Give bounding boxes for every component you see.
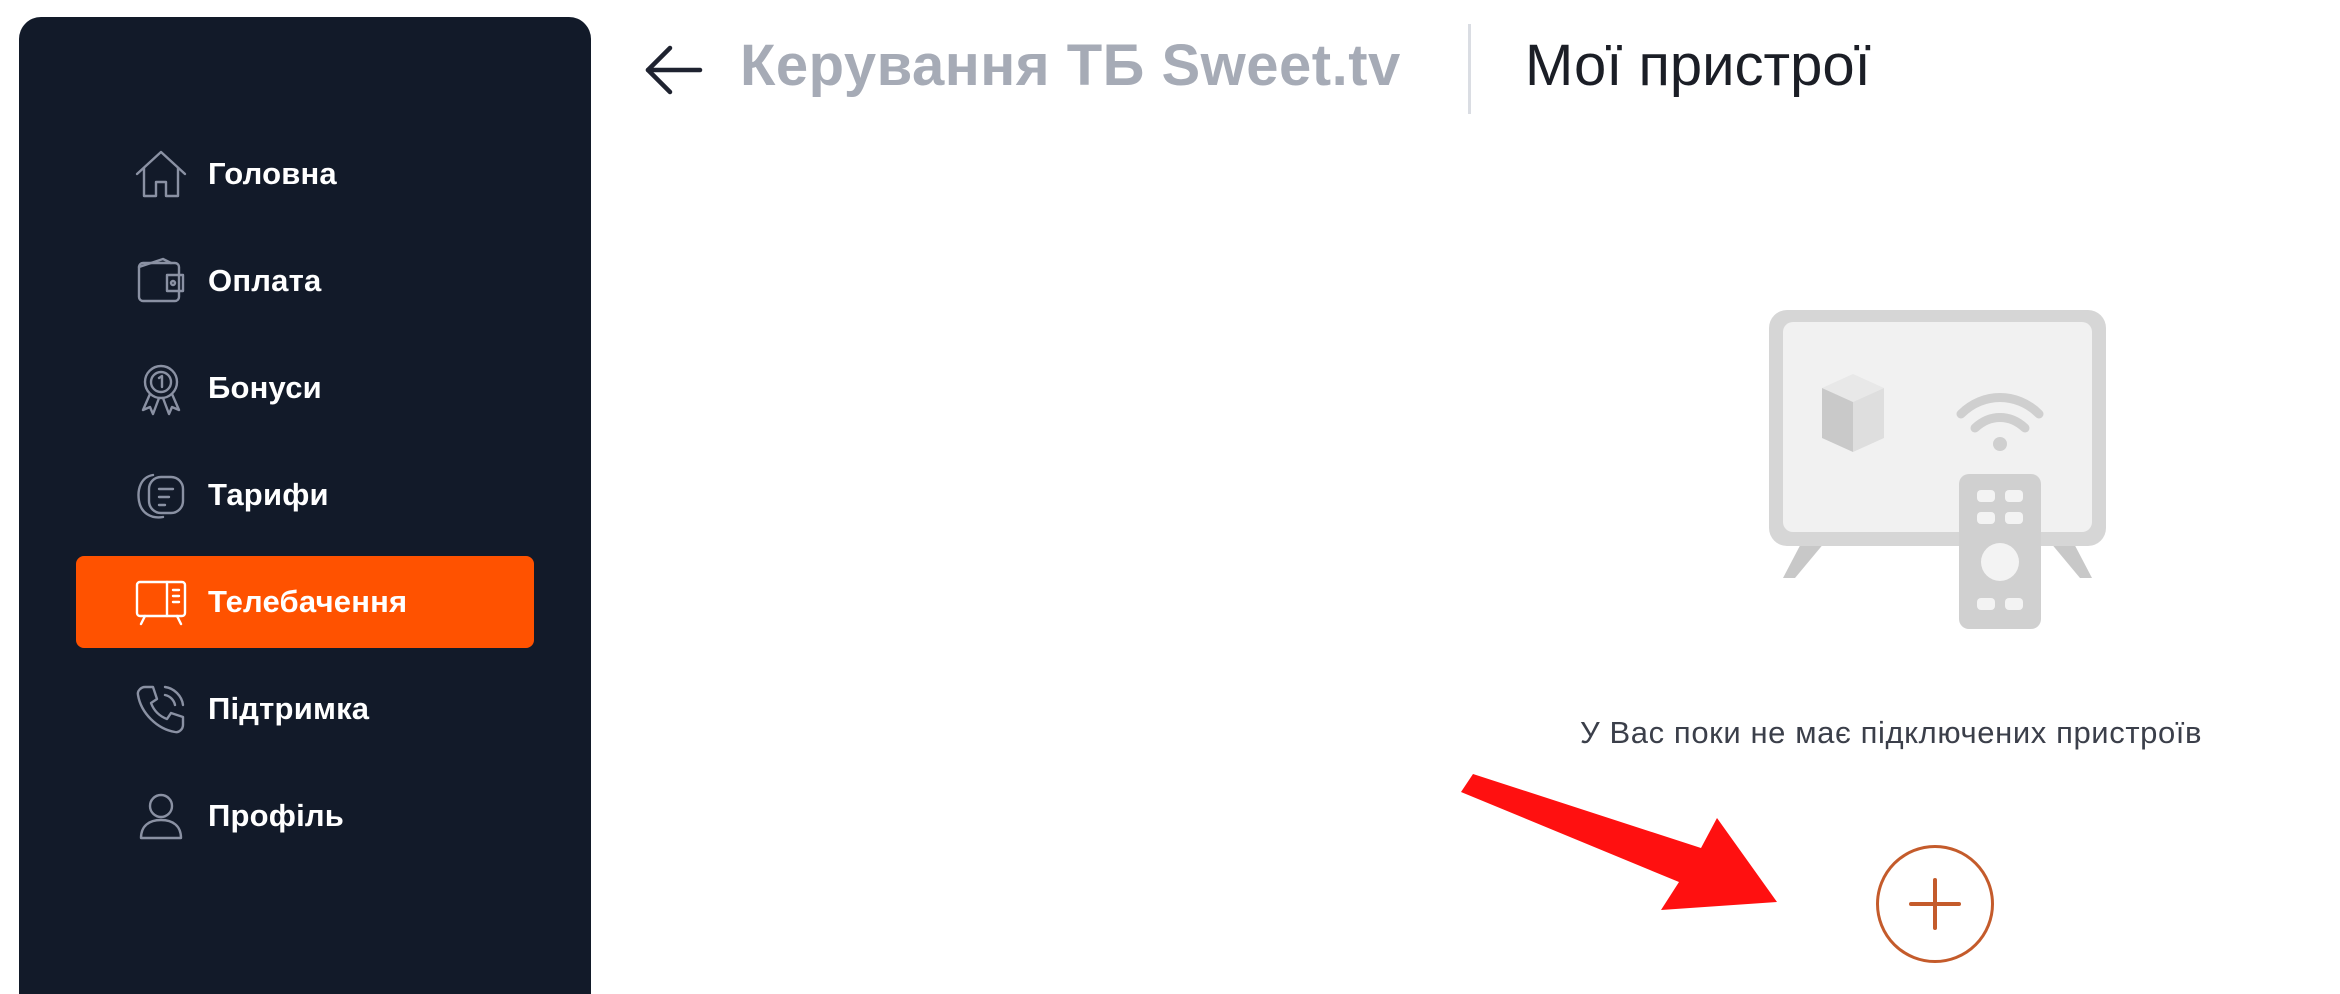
page-title: Мої пристрої xyxy=(1525,33,1871,98)
home-icon xyxy=(130,143,192,205)
sidebar: Головна Оплата Бонуси Тарифи Телебачення xyxy=(19,17,591,994)
empty-state-message: У Вас поки не має підключених пристроїв xyxy=(1580,715,2203,750)
back-button[interactable] xyxy=(640,38,710,102)
user-icon xyxy=(130,785,192,847)
page: Головна Оплата Бонуси Тарифи Телебачення xyxy=(0,0,2340,994)
tariff-icon xyxy=(130,464,192,526)
award-badge-icon xyxy=(130,357,192,419)
red-arrow-pointer xyxy=(1461,774,1777,910)
sidebar-item-label: Бонуси xyxy=(208,370,322,405)
wallet-icon xyxy=(130,250,192,312)
sidebar-item-home[interactable]: Головна xyxy=(76,128,534,220)
header-divider xyxy=(1468,24,1471,114)
arrow-left-icon xyxy=(645,45,703,95)
tv-devices-illustration xyxy=(1769,310,2106,629)
sidebar-item-label: Підтримка xyxy=(208,691,370,726)
sidebar-item-tariffs[interactable]: Тарифи xyxy=(76,449,534,541)
sidebar-item-payment[interactable]: Оплата xyxy=(76,235,534,327)
sidebar-item-tv[interactable]: Телебачення xyxy=(76,556,534,648)
sidebar-item-bonuses[interactable]: Бонуси xyxy=(76,342,534,434)
tv-icon xyxy=(130,571,192,633)
phone-icon xyxy=(130,678,192,740)
plus-icon xyxy=(1909,878,1961,930)
add-device-button[interactable] xyxy=(1876,845,1994,963)
sidebar-item-label: Тарифи xyxy=(208,477,329,512)
sidebar-item-label: Оплата xyxy=(208,263,322,298)
sidebar-item-support[interactable]: Підтримка xyxy=(76,663,534,755)
breadcrumb[interactable]: Керування ТБ Sweet.tv xyxy=(740,32,1401,99)
sidebar-item-label: Головна xyxy=(208,156,337,191)
sidebar-item-profile[interactable]: Профіль xyxy=(76,770,534,862)
sidebar-item-label: Телебачення xyxy=(208,584,408,619)
sidebar-item-label: Профіль xyxy=(208,798,345,833)
